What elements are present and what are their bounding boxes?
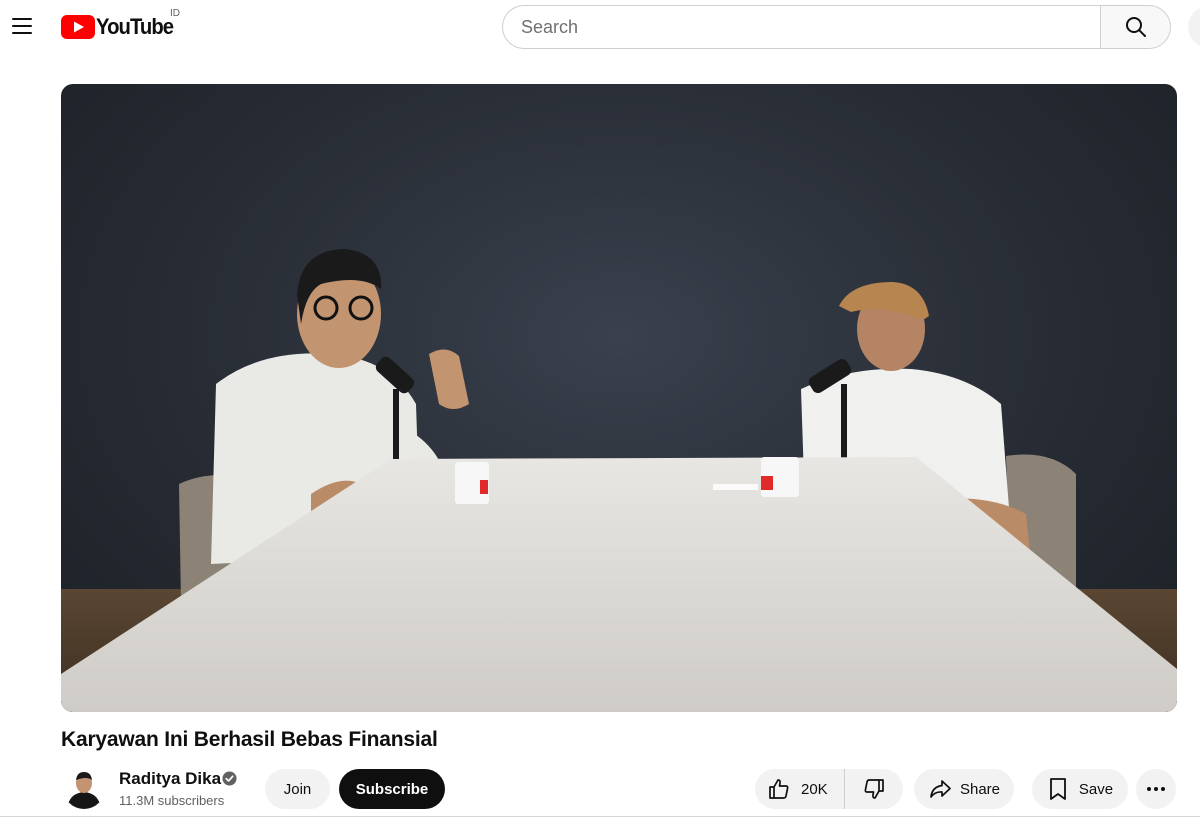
save-button[interactable]: Save [1032,769,1128,809]
video-title: Karyawan Ini Berhasil Bebas Finansial [61,728,438,751]
search-button[interactable] [1100,5,1171,49]
masthead: YouTube ID [0,0,1200,56]
voice-search-button[interactable] [1188,6,1200,48]
like-count: 20K [801,780,828,798]
join-button[interactable]: Join [265,769,330,809]
thumbs-up-icon [769,779,789,799]
bottom-divider [0,816,1200,817]
video-frame [61,249,1177,712]
bookmark-icon [1049,778,1066,800]
share-arrow-icon [930,780,951,798]
share-button[interactable]: Share [914,769,1014,809]
like-dislike-group: 20K [755,769,903,809]
logo-wordmark: YouTube [96,14,174,39]
save-label: Save [1078,780,1114,798]
verified-check-icon [222,771,237,786]
subscriber-count: 11.3M subscribers [119,793,225,808]
youtube-play-icon [61,15,95,39]
more-horizontal-icon [1147,787,1151,791]
guide-menu-button[interactable] [6,10,38,42]
channel-name[interactable]: Raditya Dika [119,769,221,789]
search-input[interactable] [521,16,1101,38]
subscribe-button[interactable]: Subscribe [339,769,445,809]
share-label: Share [959,780,1001,798]
video-player[interactable] [61,84,1177,712]
thumbs-down-icon [864,779,884,799]
dislike-button[interactable] [845,769,903,809]
youtube-logo[interactable]: YouTube [61,13,180,41]
avatar-image [63,767,105,809]
hamburger-icon [12,18,32,20]
search-box[interactable] [502,5,1101,49]
like-button[interactable]: 20K [755,769,845,809]
search-icon [1125,17,1146,37]
channel-avatar[interactable] [63,767,105,809]
country-code: ID [170,8,180,19]
more-actions-button[interactable] [1136,769,1176,809]
